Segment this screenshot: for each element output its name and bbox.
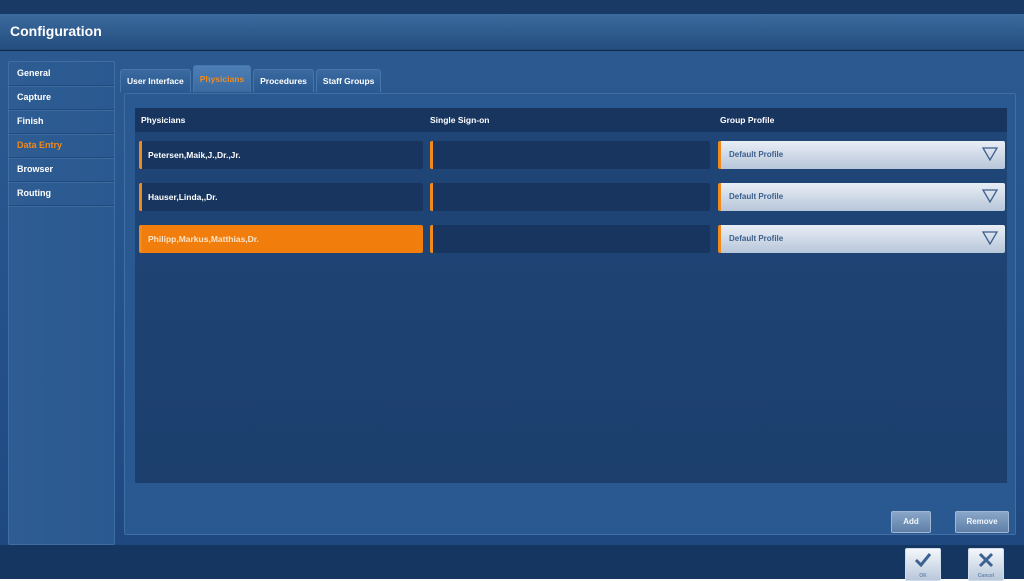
title-bar: Configuration (0, 14, 1024, 51)
single-sign-on-field[interactable] (430, 183, 710, 211)
sidebar-item-general[interactable]: General (9, 62, 114, 86)
tab-procedures[interactable]: Procedures (253, 69, 314, 92)
table-row-selected[interactable]: Philipp,Markus,Matthias,Dr. Default Prof… (135, 225, 1007, 255)
group-profile-value: Default Profile (729, 234, 784, 243)
single-sign-on-field[interactable] (430, 225, 710, 253)
group-profile-dropdown[interactable]: Default Profile (718, 141, 1005, 169)
table-row[interactable]: Hauser,Linda,,Dr. Default Profile (135, 183, 1007, 213)
cancel-label: Cancel (977, 573, 995, 579)
group-profile-value: Default Profile (729, 150, 784, 159)
table-row[interactable]: Petersen,Maik,J.,Dr.,Jr. Default Profile (135, 141, 1007, 171)
ok-button[interactable]: OK (905, 548, 941, 581)
group-profile-value: Default Profile (729, 192, 784, 201)
sidebar: General Capture Finish Data Entry Browse… (8, 61, 115, 545)
tab-staff-groups[interactable]: Staff Groups (315, 69, 382, 92)
sidebar-item-capture[interactable]: Capture (9, 86, 114, 110)
close-icon (978, 552, 994, 568)
window-title: Configuration (10, 23, 102, 39)
sidebar-item-routing[interactable]: Routing (9, 182, 114, 206)
ok-label: OK (919, 573, 927, 579)
sidebar-item-browser[interactable]: Browser (9, 158, 114, 182)
check-icon (914, 553, 932, 568)
content-area: General Capture Finish Data Entry Browse… (0, 51, 1024, 545)
column-header-physicians: Physicians (141, 115, 186, 125)
configuration-window: Configuration General Capture Finish Dat… (0, 0, 1024, 581)
sidebar-item-data-entry[interactable]: Data Entry (9, 134, 114, 158)
table-header: Physicians Single Sign-on Group Profile (135, 108, 1007, 132)
column-header-single-sign-on: Single Sign-on (430, 115, 490, 125)
physicians-table: Physicians Single Sign-on Group Profile … (135, 108, 1007, 483)
cancel-button[interactable]: Cancel (968, 548, 1004, 581)
chevron-down-icon (981, 189, 999, 204)
add-button[interactable]: Add (891, 511, 931, 533)
physician-name-field[interactable]: Petersen,Maik,J.,Dr.,Jr. (139, 141, 423, 169)
physician-name-field[interactable]: Philipp,Markus,Matthias,Dr. (139, 225, 423, 253)
single-sign-on-field[interactable] (430, 141, 710, 169)
tab-user-interface[interactable]: User Interface (120, 69, 191, 92)
bottom-bar (0, 545, 1024, 579)
chevron-down-icon (981, 231, 999, 246)
remove-button[interactable]: Remove (955, 511, 1009, 533)
column-header-group-profile: Group Profile (720, 115, 775, 125)
physicians-panel: Physicians Single Sign-on Group Profile … (124, 93, 1016, 535)
tab-physicians[interactable]: Physicians (192, 65, 252, 92)
tab-bar: User Interface Physicians Procedures Sta… (120, 65, 383, 92)
group-profile-dropdown[interactable]: Default Profile (718, 183, 1005, 211)
physician-name-field[interactable]: Hauser,Linda,,Dr. (139, 183, 423, 211)
sidebar-item-finish[interactable]: Finish (9, 110, 114, 134)
group-profile-dropdown[interactable]: Default Profile (718, 225, 1005, 253)
chevron-down-icon (981, 147, 999, 162)
